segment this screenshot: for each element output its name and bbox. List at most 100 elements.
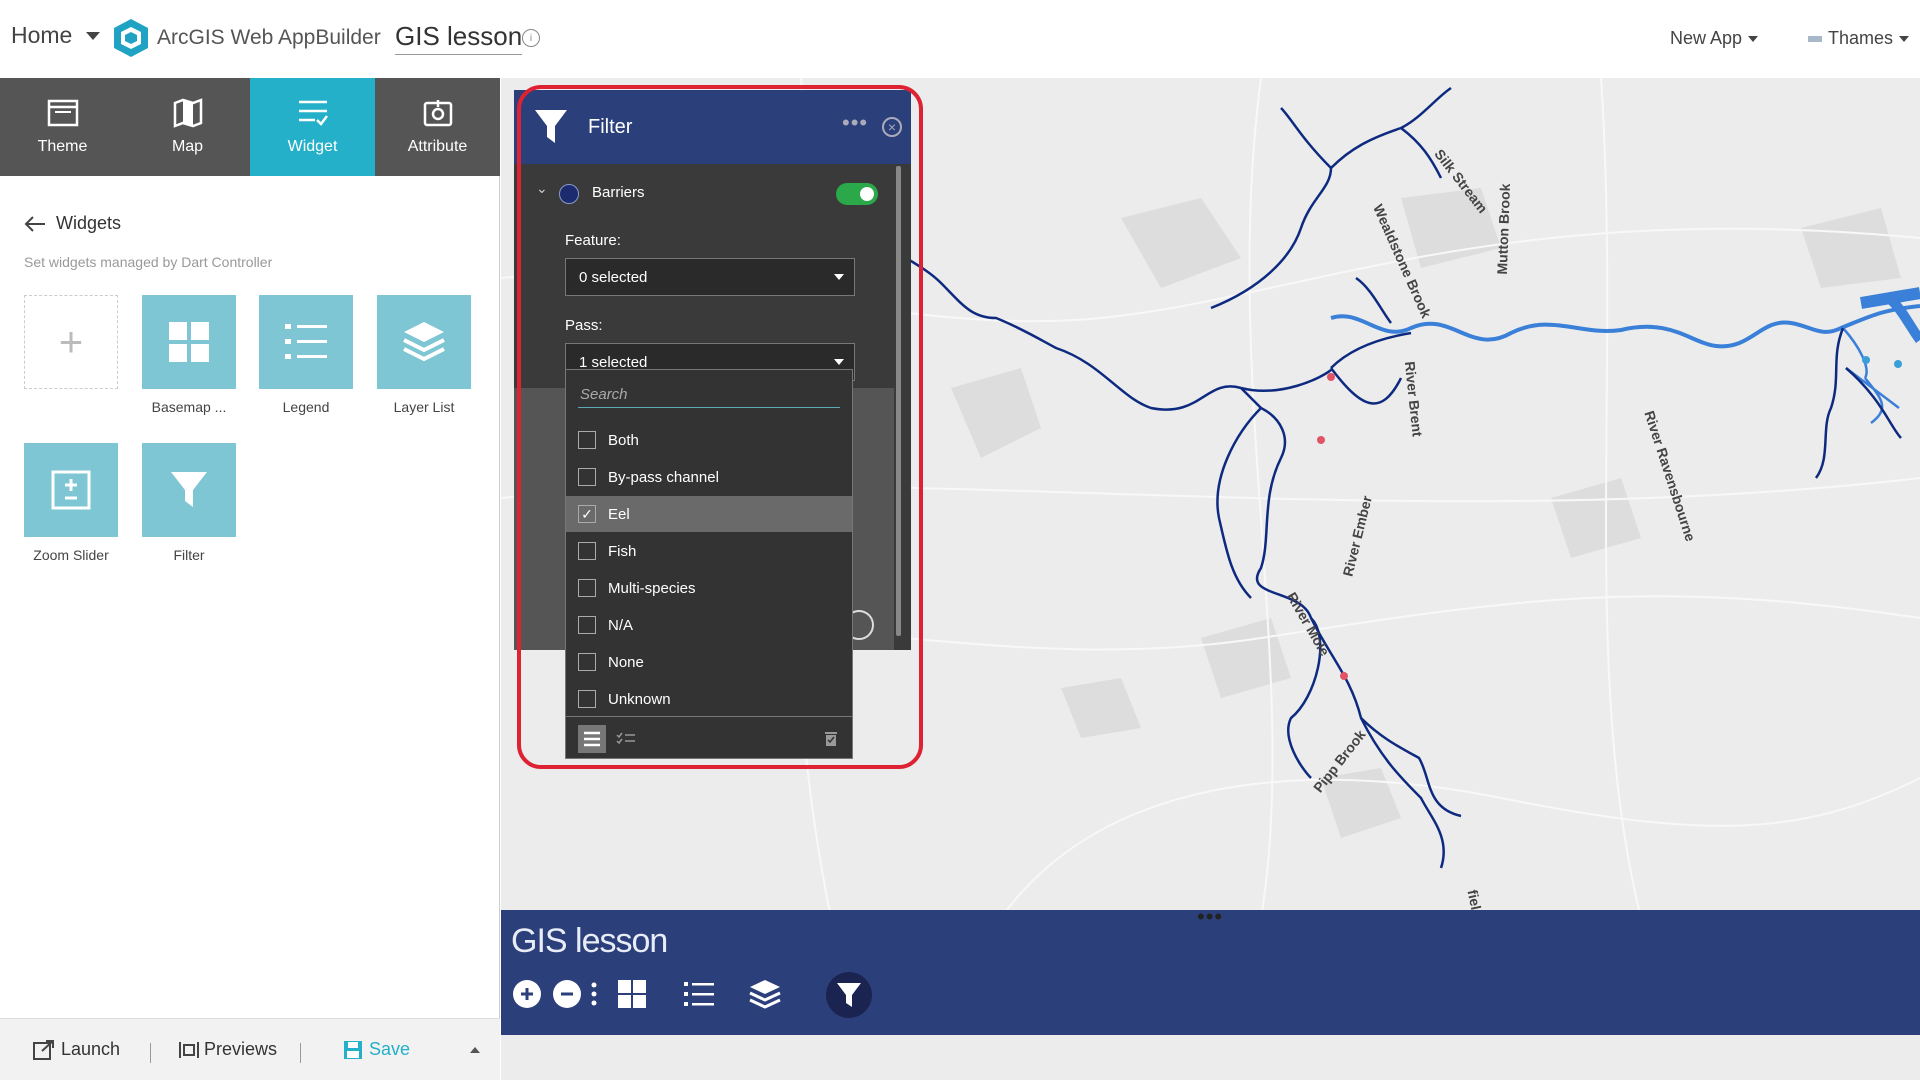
chevron-down-icon xyxy=(834,359,844,365)
preview-icon xyxy=(179,1041,199,1058)
widget-icon xyxy=(298,100,328,126)
option-item[interactable]: By-pass channel xyxy=(566,459,852,495)
layer-name: Barriers xyxy=(592,184,645,201)
widget-legend[interactable]: Legend xyxy=(259,295,353,415)
list-icon xyxy=(584,731,600,747)
layer-toggle[interactable] xyxy=(836,183,878,205)
widget-filter[interactable]: Filter xyxy=(142,443,236,563)
chevron-down-icon[interactable]: ⌄ xyxy=(536,180,548,197)
tab-theme[interactable]: Theme xyxy=(0,78,125,176)
widget-label: Zoom Slider xyxy=(33,547,109,563)
option-item[interactable]: Multi-species xyxy=(566,570,852,606)
launch-label: Launch xyxy=(61,1039,121,1059)
option-label: Fish xyxy=(608,542,637,560)
home-menu[interactable]: Home xyxy=(11,22,101,49)
widget-basemap[interactable]: Basemap ... xyxy=(142,295,236,415)
search-input[interactable]: Search xyxy=(578,382,840,408)
chevron-up-icon[interactable] xyxy=(470,1047,480,1053)
option-label: Unknown xyxy=(608,690,671,708)
zoom-in-button[interactable] xyxy=(513,980,541,1008)
map-icon xyxy=(173,98,202,128)
app-title[interactable]: GIS lesson xyxy=(395,21,523,55)
close-icon[interactable]: × xyxy=(882,117,902,137)
option-item[interactable]: ✓ Eel xyxy=(566,496,852,532)
builder-tabs: Theme Map Widget Attribute xyxy=(0,78,500,176)
new-app-label: New App xyxy=(1670,28,1743,48)
previews-button[interactable]: Previews xyxy=(178,1039,277,1060)
checkbox[interactable] xyxy=(578,579,596,597)
legend-icon xyxy=(259,295,353,389)
more-vertical-icon[interactable] xyxy=(589,980,599,1008)
option-item[interactable]: Fish xyxy=(566,533,852,569)
map-label: Mutton Brook xyxy=(1493,183,1514,275)
widgets-back-link[interactable]: Widgets xyxy=(24,213,121,234)
arcgis-logo-icon xyxy=(112,18,150,58)
widget-label: Layer List xyxy=(393,399,455,415)
tab-label: Attribute xyxy=(407,138,468,155)
builder-side-panel: Theme Map Widget Attribute Widgets Set w… xyxy=(0,78,500,1080)
new-app-menu[interactable]: New App xyxy=(1670,28,1759,49)
checkbox[interactable] xyxy=(578,616,596,634)
option-item[interactable]: N/A xyxy=(566,607,852,643)
feature-select-value: 0 selected xyxy=(579,268,648,286)
save-button[interactable]: Save xyxy=(343,1039,410,1060)
layer-list-icon xyxy=(377,295,471,389)
launch-button[interactable]: Launch xyxy=(33,1039,120,1060)
builder-footer: Launch Previews Save xyxy=(0,1018,500,1080)
clear-selection-button[interactable] xyxy=(824,729,838,752)
show-selected-button[interactable] xyxy=(616,731,636,750)
zoom-out-button[interactable] xyxy=(553,980,581,1008)
option-item[interactable]: None xyxy=(566,644,852,680)
feature-select[interactable]: 0 selected xyxy=(565,258,855,296)
widget-zoom-slider[interactable]: Zoom Slider xyxy=(24,443,118,563)
more-icon[interactable]: ••• xyxy=(1197,904,1223,930)
basemap-gallery-button[interactable] xyxy=(613,975,651,1013)
checkbox[interactable] xyxy=(578,468,596,486)
save-label: Save xyxy=(369,1039,411,1059)
feature-label: Feature: xyxy=(565,232,621,249)
user-menu-label: Thames xyxy=(1828,28,1894,48)
footer-divider xyxy=(150,1043,151,1063)
plus-icon: + xyxy=(24,295,118,389)
option-label: None xyxy=(608,653,644,671)
option-item[interactable]: Both xyxy=(566,422,852,458)
more-icon[interactable]: ••• xyxy=(842,110,868,136)
flag-icon xyxy=(1808,35,1822,42)
pass-options-dropdown: Search Both By-pass channel ✓ Eel Fish M… xyxy=(565,369,853,759)
widgets-heading: Widgets xyxy=(56,213,122,233)
tab-map[interactable]: Map xyxy=(125,78,250,176)
option-label: Multi-species xyxy=(608,579,696,597)
filter-icon xyxy=(142,443,236,537)
filter-button[interactable] xyxy=(826,972,872,1018)
widgets-subtitle: Set widgets managed by Dart Controller xyxy=(24,254,273,270)
footer-divider xyxy=(300,1043,301,1063)
tab-label: Map xyxy=(171,138,204,155)
option-label: N/A xyxy=(608,616,634,634)
chevron-down-icon xyxy=(86,31,101,40)
checkbox[interactable] xyxy=(578,653,596,671)
scrollbar[interactable] xyxy=(896,166,901,636)
checkbox[interactable] xyxy=(578,690,596,708)
info-icon[interactable]: i xyxy=(522,29,540,47)
option-item[interactable]: Unknown xyxy=(566,681,852,717)
arrow-left-icon xyxy=(24,215,45,232)
user-menu[interactable]: Thames xyxy=(1808,28,1910,49)
widget-layer-list[interactable]: Layer List xyxy=(377,295,471,415)
chevron-down-icon xyxy=(834,274,844,280)
checkbox[interactable] xyxy=(578,542,596,560)
basemap-gallery-icon xyxy=(142,295,236,389)
layer-list-button[interactable] xyxy=(746,975,784,1013)
dropdown-footer xyxy=(566,716,852,758)
legend-button[interactable] xyxy=(680,975,718,1013)
tab-attribute[interactable]: Attribute xyxy=(375,78,500,176)
tab-label: Widget xyxy=(287,138,338,155)
checkbox-checked[interactable]: ✓ xyxy=(578,505,596,523)
filter-panel-title: Filter xyxy=(588,116,633,138)
checkbox[interactable] xyxy=(578,431,596,449)
option-label: By-pass channel xyxy=(608,468,719,486)
tab-widget[interactable]: Widget xyxy=(250,78,375,176)
add-widget-button[interactable]: + xyxy=(24,295,118,389)
tab-label: Theme xyxy=(37,138,88,155)
select-all-button[interactable] xyxy=(578,725,606,753)
filter-layer-row[interactable]: ⌄ Barriers xyxy=(514,164,911,222)
